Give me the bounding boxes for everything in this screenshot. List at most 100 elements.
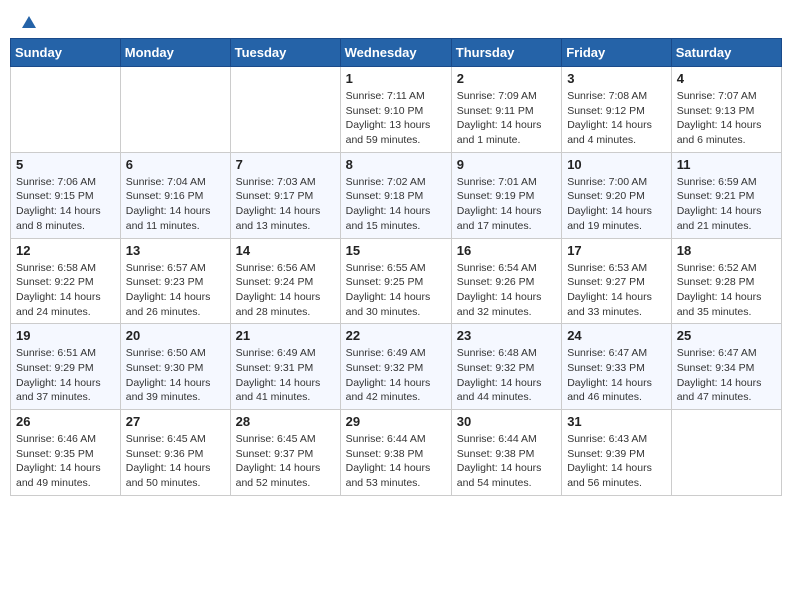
day-number: 8 [346,157,446,172]
day-number: 20 [126,328,225,343]
calendar-cell: 2 Sunrise: 7:09 AMSunset: 9:11 PMDaylight… [451,67,561,153]
calendar-cell: 14 Sunrise: 6:56 AMSunset: 9:24 PMDayligh… [230,238,340,324]
calendar-cell: 11 Sunrise: 6:59 AMSunset: 9:21 PMDayligh… [671,152,781,238]
calendar-cell [671,410,781,496]
logo-icon [20,14,38,32]
day-info: Sunrise: 6:44 AMSunset: 9:38 PMDaylight:… [457,432,556,491]
weekday-header-friday: Friday [562,39,672,67]
day-info: Sunrise: 6:49 AMSunset: 9:31 PMDaylight:… [236,346,335,405]
calendar-cell: 4Sunrise: 7:07 AMSunset: 9:13 PMDaylight… [671,67,781,153]
calendar-body: 1 Sunrise: 7:11 AMSunset: 9:10 PMDaylight… [11,67,782,496]
calendar-cell: 16 Sunrise: 6:54 AMSunset: 9:26 PMDayligh… [451,238,561,324]
calendar-cell: 27 Sunrise: 6:45 AMSunset: 9:36 PMDayligh… [120,410,230,496]
day-info: Sunrise: 6:45 AMSunset: 9:37 PMDaylight:… [236,432,335,491]
day-number: 11 [677,157,776,172]
calendar-cell: 22Sunrise: 6:49 AMSunset: 9:32 PMDayligh… [340,324,451,410]
calendar-week-3: 12 Sunrise: 6:58 AMSunset: 9:22 PMDayligh… [11,238,782,324]
calendar-cell: 24 Sunrise: 6:47 AMSunset: 9:33 PMDayligh… [562,324,672,410]
day-number: 17 [567,243,666,258]
weekday-header-wednesday: Wednesday [340,39,451,67]
day-number: 14 [236,243,335,258]
calendar-cell: 17Sunrise: 6:53 AMSunset: 9:27 PMDayligh… [562,238,672,324]
day-number: 15 [346,243,446,258]
header-row: SundayMondayTuesdayWednesdayThursdayFrid… [11,39,782,67]
day-number: 13 [126,243,225,258]
calendar-header: SundayMondayTuesdayWednesdayThursdayFrid… [11,39,782,67]
day-info: Sunrise: 7:09 AMSunset: 9:11 PMDaylight:… [457,89,556,148]
calendar-cell: 25Sunrise: 6:47 AMSunset: 9:34 PMDayligh… [671,324,781,410]
day-number: 16 [457,243,556,258]
day-info: Sunrise: 6:59 AMSunset: 9:21 PMDaylight:… [677,175,776,234]
weekday-header-tuesday: Tuesday [230,39,340,67]
day-number: 1 [346,71,446,86]
day-info: Sunrise: 6:46 AMSunset: 9:35 PMDaylight:… [16,432,115,491]
calendar-cell: 10 Sunrise: 7:00 AMSunset: 9:20 PMDayligh… [562,152,672,238]
day-number: 30 [457,414,556,429]
calendar-cell [11,67,121,153]
calendar-cell: 3 Sunrise: 7:08 AMSunset: 9:12 PMDaylight… [562,67,672,153]
day-number: 10 [567,157,666,172]
day-number: 12 [16,243,115,258]
day-info: Sunrise: 7:08 AMSunset: 9:12 PMDaylight:… [567,89,666,148]
day-number: 9 [457,157,556,172]
day-number: 7 [236,157,335,172]
day-number: 31 [567,414,666,429]
day-info: Sunrise: 6:52 AMSunset: 9:28 PMDaylight:… [677,261,776,320]
calendar-table: SundayMondayTuesdayWednesdayThursdayFrid… [10,38,782,496]
day-number: 29 [346,414,446,429]
day-number: 18 [677,243,776,258]
day-info: Sunrise: 7:04 AMSunset: 9:16 PMDaylight:… [126,175,225,234]
calendar-cell: 23 Sunrise: 6:48 AMSunset: 9:32 PMDayligh… [451,324,561,410]
calendar-cell [230,67,340,153]
page-header [10,10,782,32]
day-number: 3 [567,71,666,86]
day-number: 6 [126,157,225,172]
day-number: 24 [567,328,666,343]
calendar-cell: 20 Sunrise: 6:50 AMSunset: 9:30 PMDayligh… [120,324,230,410]
calendar-cell: 21 Sunrise: 6:49 AMSunset: 9:31 PMDayligh… [230,324,340,410]
day-number: 28 [236,414,335,429]
day-number: 27 [126,414,225,429]
day-info: Sunrise: 6:48 AMSunset: 9:32 PMDaylight:… [457,346,556,405]
day-info: Sunrise: 6:57 AMSunset: 9:23 PMDaylight:… [126,261,225,320]
day-info: Sunrise: 6:56 AMSunset: 9:24 PMDaylight:… [236,261,335,320]
calendar-cell: 28 Sunrise: 6:45 AMSunset: 9:37 PMDayligh… [230,410,340,496]
day-info: Sunrise: 7:06 AMSunset: 9:15 PMDaylight:… [16,175,115,234]
day-info: Sunrise: 6:43 AMSunset: 9:39 PMDaylight:… [567,432,666,491]
day-info: Sunrise: 6:47 AMSunset: 9:34 PMDaylight:… [677,346,776,405]
day-info: Sunrise: 6:49 AMSunset: 9:32 PMDaylight:… [346,346,446,405]
day-info: Sunrise: 6:47 AMSunset: 9:33 PMDaylight:… [567,346,666,405]
weekday-header-saturday: Saturday [671,39,781,67]
day-number: 2 [457,71,556,86]
calendar-cell: 13 Sunrise: 6:57 AMSunset: 9:23 PMDayligh… [120,238,230,324]
calendar-cell: 29 Sunrise: 6:44 AMSunset: 9:38 PMDayligh… [340,410,451,496]
day-info: Sunrise: 7:07 AMSunset: 9:13 PMDaylight:… [677,89,776,148]
day-info: Sunrise: 6:50 AMSunset: 9:30 PMDaylight:… [126,346,225,405]
calendar-cell: 26 Sunrise: 6:46 AMSunset: 9:35 PMDayligh… [11,410,121,496]
day-info: Sunrise: 6:51 AMSunset: 9:29 PMDaylight:… [16,346,115,405]
calendar-week-5: 26 Sunrise: 6:46 AMSunset: 9:35 PMDayligh… [11,410,782,496]
calendar-cell [120,67,230,153]
day-info: Sunrise: 6:44 AMSunset: 9:38 PMDaylight:… [346,432,446,491]
day-info: Sunrise: 6:54 AMSunset: 9:26 PMDaylight:… [457,261,556,320]
day-info: Sunrise: 7:02 AMSunset: 9:18 PMDaylight:… [346,175,446,234]
day-info: Sunrise: 7:01 AMSunset: 9:19 PMDaylight:… [457,175,556,234]
weekday-header-monday: Monday [120,39,230,67]
calendar-cell: 1 Sunrise: 7:11 AMSunset: 9:10 PMDaylight… [340,67,451,153]
day-number: 21 [236,328,335,343]
calendar-cell: 8 Sunrise: 7:02 AMSunset: 9:18 PMDaylight… [340,152,451,238]
calendar-week-1: 1 Sunrise: 7:11 AMSunset: 9:10 PMDaylight… [11,67,782,153]
day-info: Sunrise: 7:00 AMSunset: 9:20 PMDaylight:… [567,175,666,234]
calendar-cell: 9 Sunrise: 7:01 AMSunset: 9:19 PMDaylight… [451,152,561,238]
day-number: 26 [16,414,115,429]
day-info: Sunrise: 7:11 AMSunset: 9:10 PMDaylight:… [346,89,446,148]
calendar-cell: 5Sunrise: 7:06 AMSunset: 9:15 PMDaylight… [11,152,121,238]
day-info: Sunrise: 6:58 AMSunset: 9:22 PMDaylight:… [16,261,115,320]
day-info: Sunrise: 6:45 AMSunset: 9:36 PMDaylight:… [126,432,225,491]
calendar-cell: 12 Sunrise: 6:58 AMSunset: 9:22 PMDayligh… [11,238,121,324]
day-number: 23 [457,328,556,343]
day-info: Sunrise: 6:55 AMSunset: 9:25 PMDaylight:… [346,261,446,320]
calendar-cell: 6 Sunrise: 7:04 AMSunset: 9:16 PMDaylight… [120,152,230,238]
weekday-header-thursday: Thursday [451,39,561,67]
calendar-cell: 18 Sunrise: 6:52 AMSunset: 9:28 PMDayligh… [671,238,781,324]
